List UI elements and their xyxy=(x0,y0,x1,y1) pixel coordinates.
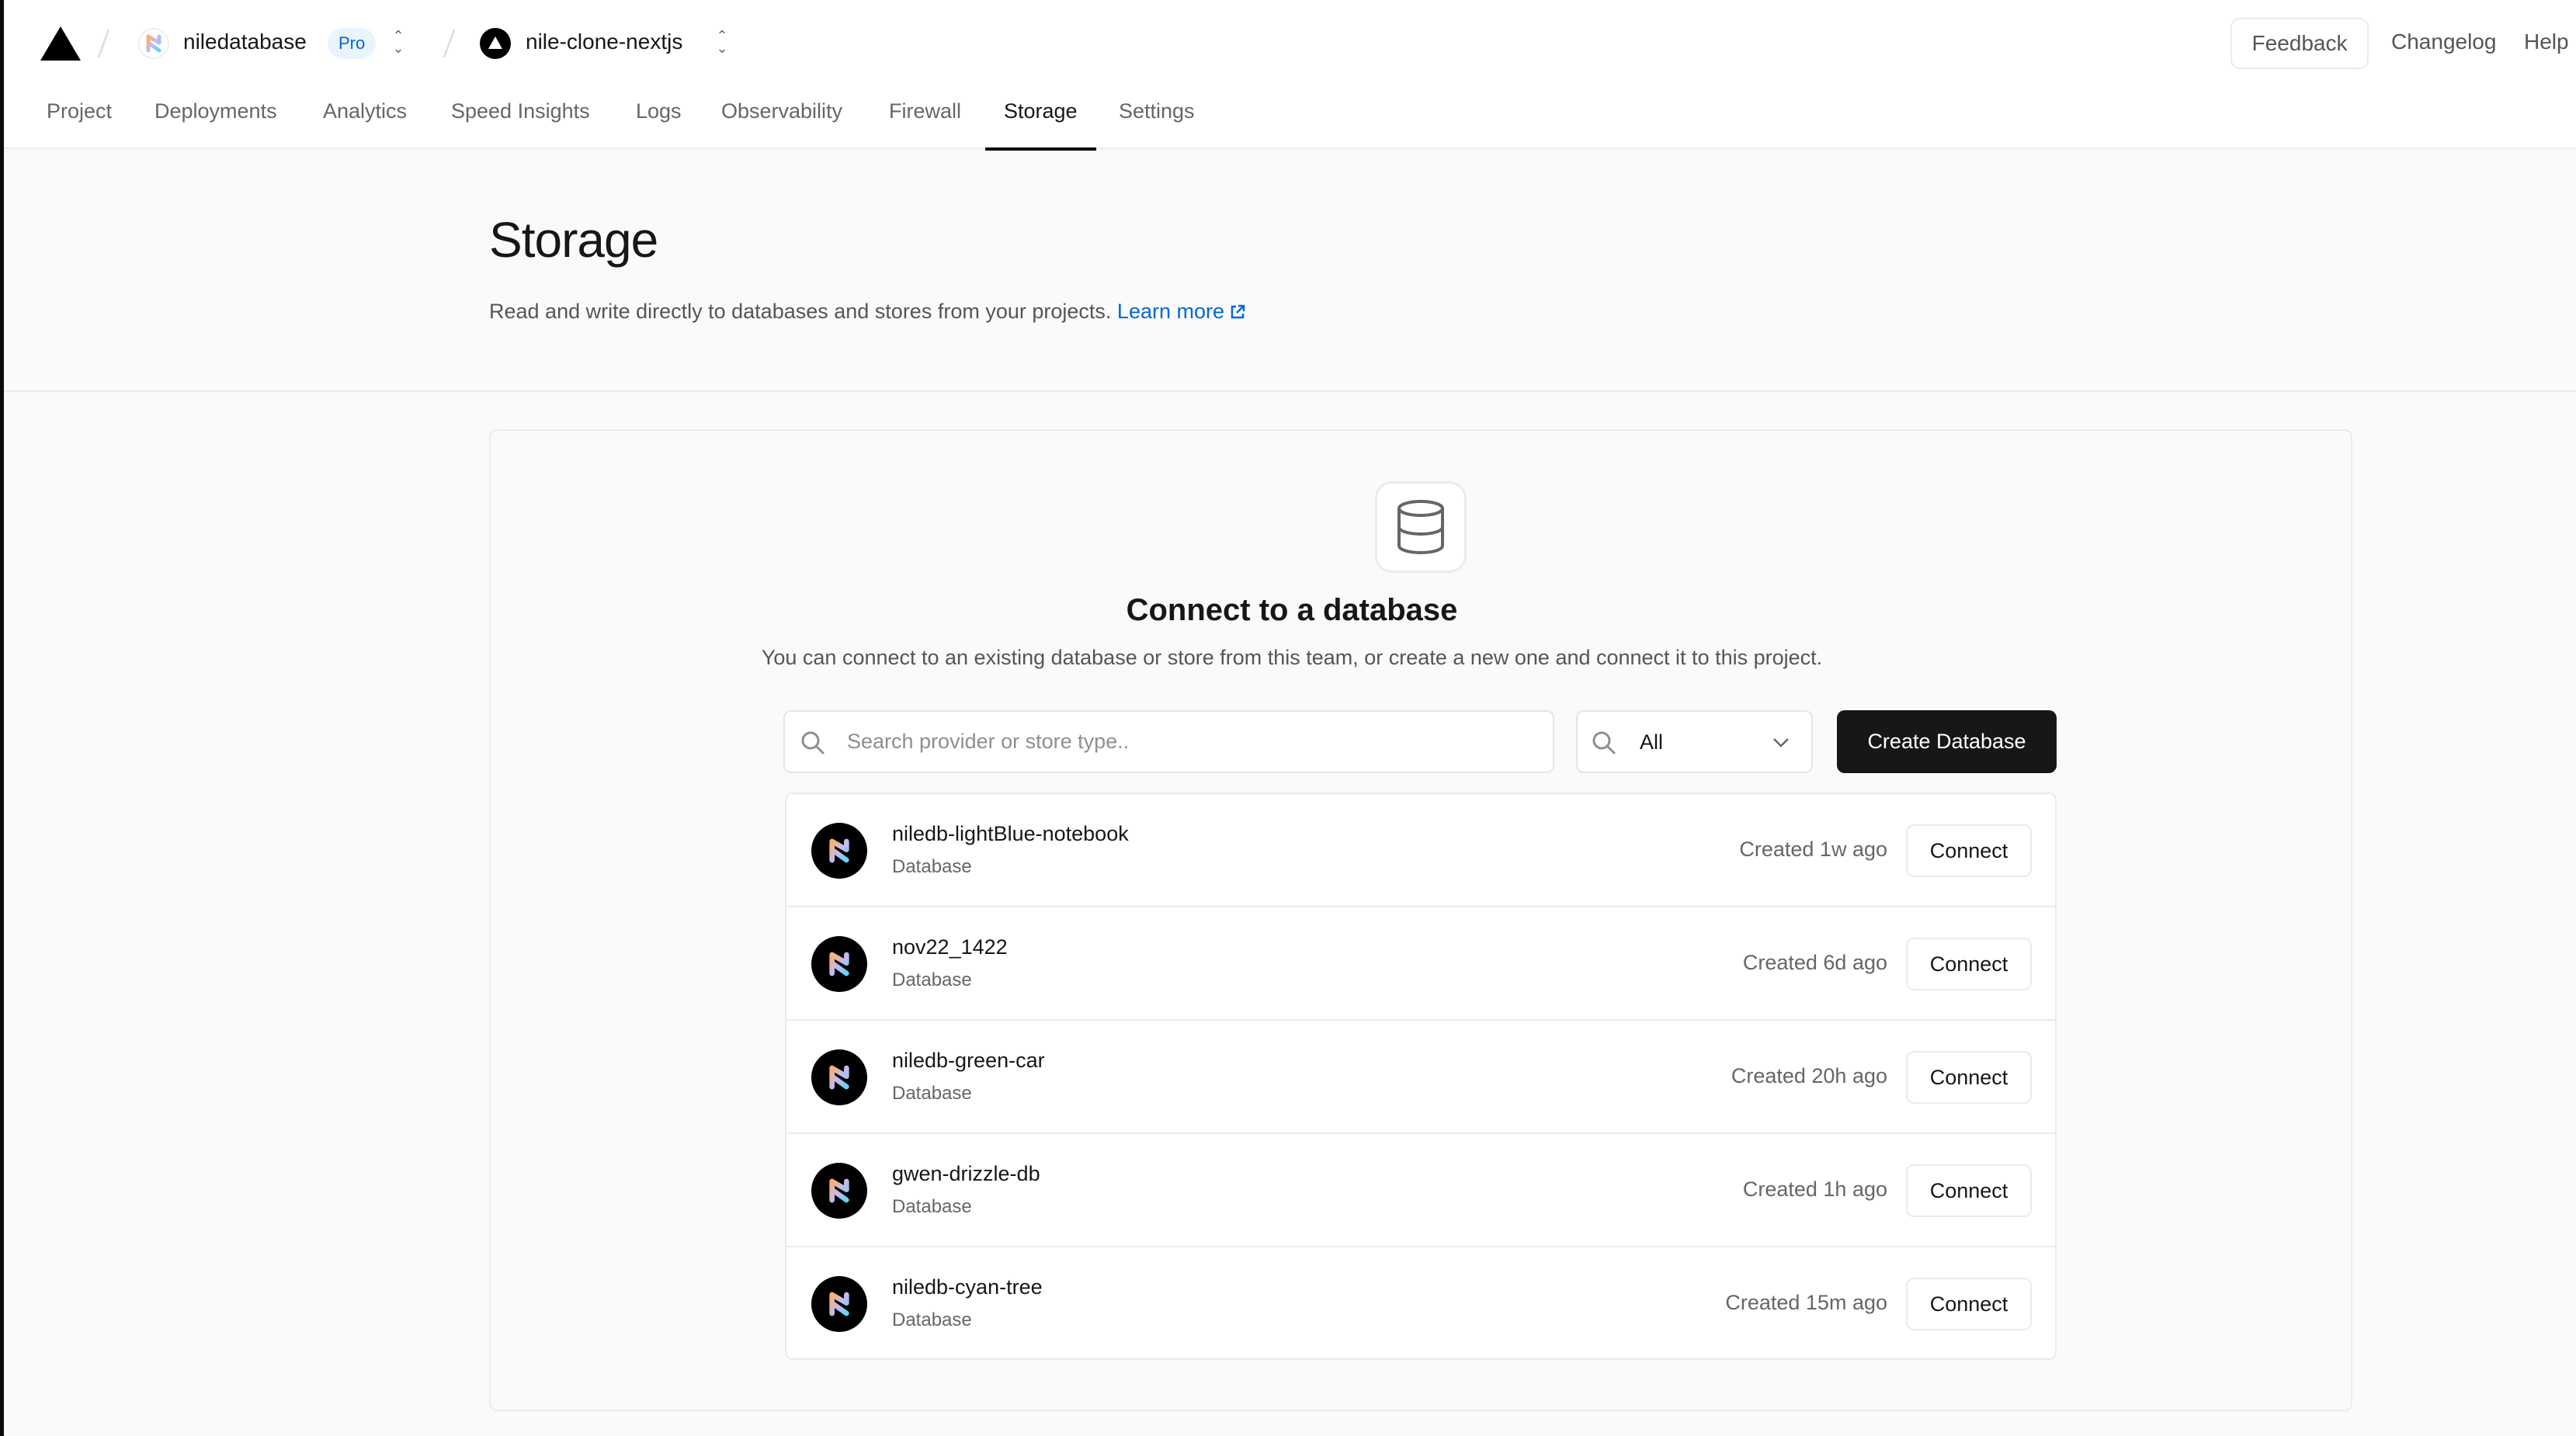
nile-logo-icon xyxy=(811,823,867,879)
tab-logs[interactable]: Logs xyxy=(636,99,682,149)
database-type: Database xyxy=(892,856,972,877)
search-input[interactable] xyxy=(847,712,1538,772)
database-type: Database xyxy=(892,969,972,990)
database-row: niledb-green-car Database Created 20h ag… xyxy=(786,1021,2055,1134)
team-avatar[interactable] xyxy=(138,28,169,59)
page-title: Storage xyxy=(489,212,658,268)
nile-logo-icon xyxy=(811,1049,867,1105)
tab-settings[interactable]: Settings xyxy=(1119,99,1195,149)
database-list: niledb-lightBlue-notebook Database Creat… xyxy=(785,793,2057,1360)
database-created: Created 20h ago xyxy=(1731,1064,1887,1087)
nile-logo-icon xyxy=(811,1276,867,1332)
database-row: niledb-cyan-tree Database Created 15m ag… xyxy=(786,1247,2055,1358)
connect-title: Connect to a database xyxy=(1126,593,1458,627)
breadcrumb-separator xyxy=(97,29,110,57)
database-type: Database xyxy=(892,1083,972,1104)
nile-logo-icon xyxy=(811,936,867,992)
connect-button[interactable]: Connect xyxy=(1906,1164,2032,1217)
database-name: niledb-cyan-tree xyxy=(892,1275,1043,1299)
search-icon xyxy=(801,731,825,754)
tab-observability[interactable]: Observability xyxy=(721,99,842,149)
section-divider xyxy=(0,390,2576,392)
page-description: Read and write directly to databases and… xyxy=(489,300,1246,324)
database-name: niledb-lightBlue-notebook xyxy=(892,822,1129,845)
database-name: gwen-drizzle-db xyxy=(892,1162,1040,1185)
nile-logo-icon xyxy=(811,1163,867,1219)
store-type-filter[interactable]: All xyxy=(1576,710,1813,773)
database-type: Database xyxy=(892,1196,972,1217)
vercel-logo-icon[interactable] xyxy=(40,26,81,61)
connect-button[interactable]: Connect xyxy=(1906,938,2032,990)
database-row: niledb-lightBlue-notebook Database Creat… xyxy=(786,794,2055,907)
database-name: nov22_1422 xyxy=(892,935,1008,959)
tab-analytics[interactable]: Analytics xyxy=(323,99,407,149)
tab-firewall[interactable]: Firewall xyxy=(889,99,961,149)
tab-speed-insights[interactable]: Speed Insights xyxy=(451,99,590,149)
project-name[interactable]: nile-clone-nextjs xyxy=(526,29,682,54)
nile-logo-icon xyxy=(146,34,161,53)
database-row: gwen-drizzle-db Database Created 1h ago … xyxy=(786,1134,2055,1247)
create-database-button[interactable]: Create Database xyxy=(1837,710,2057,773)
project-tabs: Project Deployments Analytics Speed Insi… xyxy=(0,87,2576,151)
database-icon xyxy=(1397,500,1444,555)
filter-selected-value: All xyxy=(1640,730,1664,754)
database-created: Created 15m ago xyxy=(1725,1291,1887,1314)
window-edge xyxy=(0,0,4,1436)
tab-project[interactable]: Project xyxy=(47,99,112,149)
learn-more-label: Learn more xyxy=(1116,300,1224,323)
changelog-link[interactable]: Changelog xyxy=(2391,29,2496,54)
learn-more-link[interactable]: Learn more xyxy=(1117,300,1246,323)
team-name[interactable]: niledatabase xyxy=(183,29,307,54)
connect-button[interactable]: Connect xyxy=(1906,824,2032,877)
database-created: Created 6d ago xyxy=(1742,951,1887,974)
top-bar: niledatabase Pro ⌃ ⌄ nile-clone-nextjs ⌃ ⌄… xyxy=(0,0,2576,87)
project-avatar[interactable] xyxy=(480,28,511,59)
project-switcher-chevron-icon[interactable]: ⌃ ⌄ xyxy=(714,29,730,57)
connect-subtitle: You can connect to an existing database … xyxy=(761,646,1823,669)
help-link[interactable]: Help xyxy=(2524,29,2569,54)
page-description-text: Read and write directly to databases and… xyxy=(489,300,1112,323)
tab-storage[interactable]: Storage xyxy=(985,99,1096,151)
team-switcher-chevron-icon[interactable]: ⌃ ⌄ xyxy=(391,29,406,57)
search-icon xyxy=(1592,731,1616,754)
plan-badge: Pro xyxy=(328,28,377,59)
feedback-button[interactable]: Feedback xyxy=(2231,18,2369,69)
database-row: nov22_1422 Database Created 6d ago Conne… xyxy=(786,907,2055,1021)
database-created: Created 1w ago xyxy=(1739,838,1887,861)
chevron-down-icon xyxy=(1773,738,1789,747)
connect-button[interactable]: Connect xyxy=(1906,1051,2032,1104)
search-field xyxy=(783,710,1554,773)
connect-button[interactable]: Connect xyxy=(1906,1278,2032,1330)
tab-deployments[interactable]: Deployments xyxy=(154,99,277,149)
top-header: niledatabase Pro ⌃ ⌄ nile-clone-nextjs ⌃ ⌄… xyxy=(0,0,2576,151)
database-type: Database xyxy=(892,1309,972,1330)
database-icon-box xyxy=(1375,481,1467,573)
breadcrumb-separator xyxy=(443,29,456,57)
external-link-icon xyxy=(1231,304,1245,319)
database-created: Created 1h ago xyxy=(1742,1178,1887,1201)
database-name: niledb-green-car xyxy=(892,1049,1045,1072)
